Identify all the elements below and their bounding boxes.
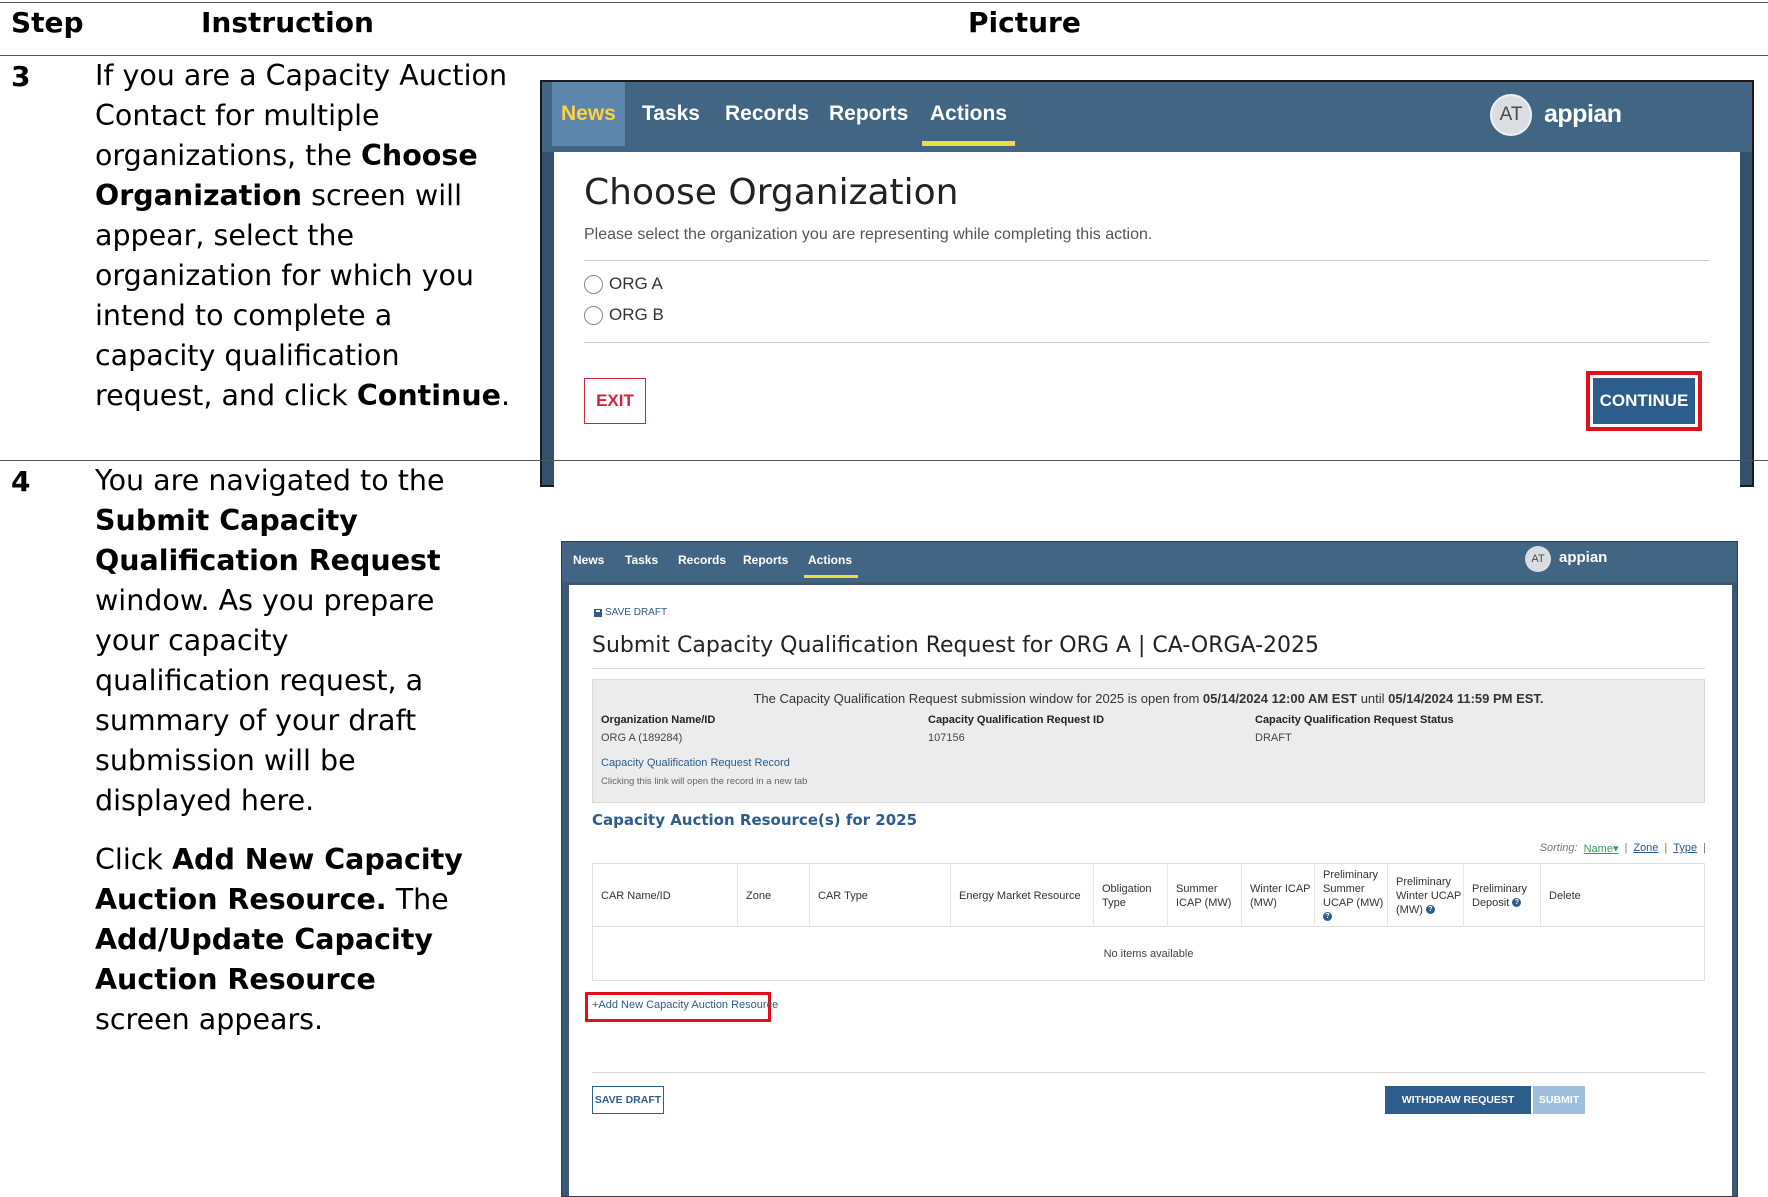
column-header[interactable]: CAR Type bbox=[810, 864, 951, 927]
add-new-car-link[interactable]: +Add New Capacity Auction Resource bbox=[592, 999, 778, 1011]
user-avatar[interactable]: AT bbox=[1490, 94, 1532, 136]
nav-tab-reports[interactable]: Reports bbox=[743, 542, 788, 578]
step-number-4: 4 bbox=[11, 465, 31, 498]
empty-table-message: No items available bbox=[1103, 948, 1194, 960]
column-header[interactable]: Summer ICAP (MW) bbox=[1168, 864, 1242, 927]
header-picture: Picture bbox=[968, 6, 1081, 39]
sort-separator: | bbox=[1703, 842, 1706, 854]
step-3-instruction: If you are a Capacity Auction Contact fo… bbox=[95, 56, 520, 416]
request-record-hint: Clicking this link will open the record … bbox=[601, 776, 808, 787]
nav-tab-records[interactable]: Records bbox=[678, 542, 726, 578]
appian-logo: appian bbox=[1559, 549, 1608, 566]
submit-request-screenshot: News Tasks Records Reports Actions AT ap… bbox=[561, 541, 1738, 1197]
divider bbox=[592, 668, 1705, 669]
exit-button[interactable]: EXIT bbox=[584, 378, 646, 424]
choose-organization-card: Choose Organization Please select the or… bbox=[554, 152, 1740, 487]
sorting-controls: Sorting: Name▾ | Zone | Type | bbox=[1540, 842, 1706, 855]
withdraw-request-button[interactable]: WITHDRAW REQUEST bbox=[1385, 1086, 1531, 1114]
radio-button-icon[interactable] bbox=[584, 274, 603, 294]
header-instruction: Instruction bbox=[201, 6, 374, 39]
column-header[interactable]: Preliminary Deposit ? bbox=[1464, 864, 1541, 927]
page-title: Choose Organization bbox=[584, 172, 959, 213]
sort-by-type[interactable]: Type bbox=[1673, 842, 1697, 855]
step-number-3: 3 bbox=[11, 60, 31, 93]
appian-logo: appian bbox=[1544, 100, 1622, 128]
divider bbox=[592, 1072, 1705, 1073]
request-summary-box: The Capacity Qualification Request submi… bbox=[592, 679, 1705, 803]
user-avatar[interactable]: AT bbox=[1525, 546, 1551, 572]
help-icon[interactable]: ? bbox=[1323, 912, 1332, 922]
column-header[interactable]: Winter ICAP (MW) bbox=[1242, 864, 1315, 927]
page-subtitle: Please select the organization you are r… bbox=[584, 226, 1153, 243]
nav-tab-records[interactable]: Records bbox=[725, 82, 809, 146]
request-status-value: DRAFT bbox=[1255, 732, 1292, 744]
continue-button[interactable]: CONTINUE bbox=[1593, 378, 1695, 424]
column-header[interactable]: Energy Market Resource bbox=[951, 864, 1094, 927]
top-rule bbox=[0, 2, 1768, 3]
divider bbox=[584, 260, 1710, 261]
page-title: Submit Capacity Qualification Request fo… bbox=[592, 633, 1320, 658]
nav-tab-actions[interactable]: Actions bbox=[803, 542, 859, 578]
org-name-value: ORG A (189284) bbox=[601, 732, 683, 744]
sort-by-zone[interactable]: Zone bbox=[1633, 842, 1658, 855]
nav-tab-news[interactable]: News bbox=[552, 82, 625, 146]
radio-option-org-b[interactable]: ORG B bbox=[584, 303, 664, 327]
sort-by-name[interactable]: Name▾ bbox=[1584, 842, 1619, 855]
step-4-instruction: You are navigated to the Submit Capacity… bbox=[95, 461, 467, 1040]
radio-label: ORG A bbox=[609, 274, 663, 293]
request-status-label: Capacity Qualification Request Status bbox=[1255, 714, 1454, 726]
sort-down-icon: ▾ bbox=[1612, 843, 1619, 855]
table-header: CAR Name/ID Zone CAR Type Energy Market … bbox=[593, 864, 1704, 927]
sort-separator: | bbox=[1624, 842, 1628, 854]
save-draft-label: SAVE DRAFT bbox=[605, 607, 668, 618]
sort-separator: | bbox=[1664, 842, 1668, 854]
submit-request-card: SAVE DRAFT Submit Capacity Qualification… bbox=[569, 585, 1732, 1196]
column-header[interactable]: Zone bbox=[738, 864, 810, 927]
help-icon[interactable]: ? bbox=[1512, 898, 1522, 908]
car-table: CAR Name/ID Zone CAR Type Energy Market … bbox=[592, 863, 1705, 981]
nav-tab-news[interactable]: News bbox=[573, 542, 604, 578]
submission-window-banner: The Capacity Qualification Request submi… bbox=[753, 691, 1544, 706]
sorting-label: Sorting: bbox=[1539, 842, 1578, 854]
request-id-value: 107156 bbox=[928, 732, 965, 744]
step-3-text: If you are a Capacity Auction Contact fo… bbox=[95, 59, 511, 412]
column-header[interactable]: Delete bbox=[1541, 864, 1706, 927]
org-name-label: Organization Name/ID bbox=[601, 714, 716, 726]
help-icon[interactable]: ? bbox=[1425, 905, 1435, 915]
column-header[interactable]: Preliminary Winter UCAP (MW) ? bbox=[1388, 864, 1464, 927]
radio-option-org-a[interactable]: ORG A bbox=[584, 272, 663, 296]
section-title: Capacity Auction Resource(s) for 2025 bbox=[592, 811, 918, 829]
submit-button[interactable]: SUBMIT bbox=[1533, 1086, 1585, 1114]
request-record-link[interactable]: Capacity Qualification Request Record bbox=[601, 757, 790, 769]
nav-tab-actions[interactable]: Actions bbox=[922, 82, 1016, 146]
nav-tab-tasks[interactable]: Tasks bbox=[625, 542, 658, 578]
header-step: Step bbox=[11, 6, 84, 39]
top-nav-bar: News Tasks Records Reports Actions AT ap… bbox=[562, 542, 1737, 582]
step-4-paragraph-1: You are navigated to the Submit Capacity… bbox=[95, 464, 445, 817]
column-header[interactable]: Obligation Type bbox=[1094, 864, 1168, 927]
request-id-label: Capacity Qualification Request ID bbox=[928, 714, 1105, 726]
nav-tab-reports[interactable]: Reports bbox=[829, 82, 908, 146]
save-draft-button[interactable]: SAVE DRAFT bbox=[592, 1086, 664, 1114]
radio-button-icon[interactable] bbox=[584, 305, 603, 325]
choose-organization-screenshot: News Tasks Records Reports Actions AT ap… bbox=[540, 80, 1754, 487]
divider bbox=[584, 342, 1710, 343]
top-nav-bar: News Tasks Records Reports Actions AT ap… bbox=[542, 82, 1752, 152]
save-draft-link[interactable]: SAVE DRAFT bbox=[594, 607, 667, 618]
nav-tab-tasks[interactable]: Tasks bbox=[642, 82, 700, 146]
radio-label: ORG B bbox=[609, 305, 664, 324]
save-disk-icon bbox=[594, 608, 602, 617]
column-header[interactable]: Preliminary Summer UCAP (MW)? bbox=[1315, 864, 1388, 927]
column-header[interactable]: CAR Name/ID bbox=[593, 864, 738, 927]
step-4-paragraph-2: Click Add New Capacity Auction Resource.… bbox=[95, 843, 463, 1036]
